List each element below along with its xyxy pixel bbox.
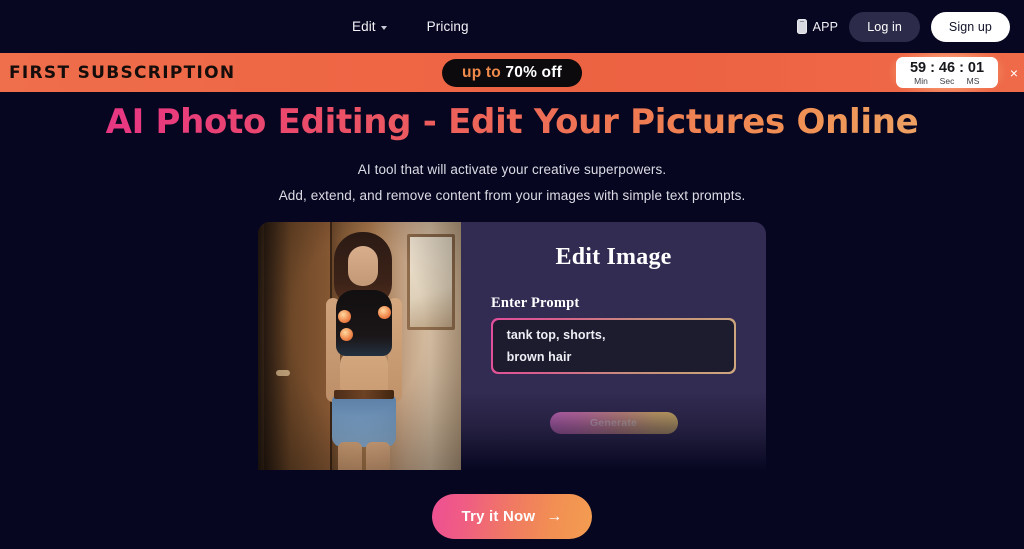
demo-card: Edit Image Enter Prompt tank top, shorts… bbox=[258, 222, 766, 470]
timer-minutes: 59 bbox=[909, 60, 927, 77]
timer-minutes-label: Min bbox=[914, 75, 928, 86]
prompt-input-inner: tank top, shorts, brown hair bbox=[492, 319, 735, 373]
promo-discount-badge[interactable]: up to 70% off bbox=[442, 58, 582, 87]
try-it-now-button[interactable]: Try it Now → bbox=[431, 494, 593, 539]
promo-badge-value: 70% off bbox=[505, 63, 562, 81]
timer-seconds-label: Sec bbox=[939, 75, 955, 86]
timer-seconds: 46 bbox=[938, 60, 956, 77]
timer-box: 59 : 46 : 01 Min Sec MS bbox=[896, 57, 998, 88]
login-button[interactable]: Log in bbox=[849, 11, 920, 42]
prompt-input[interactable]: tank top, shorts, brown hair bbox=[491, 318, 736, 374]
timer-milliseconds-label: MS bbox=[966, 75, 980, 86]
edit-panel: Edit Image Enter Prompt tank top, shorts… bbox=[461, 222, 766, 470]
app-label: APP bbox=[812, 19, 839, 34]
hero-section: AI Photo Editing - Edit Your Pictures On… bbox=[0, 92, 1024, 207]
app-download-link[interactable]: APP bbox=[796, 19, 839, 34]
header-actions: APP Log in Sign up bbox=[796, 0, 1010, 53]
cta-section: Try it Now → bbox=[0, 494, 1024, 539]
nav-item-pricing[interactable]: Pricing bbox=[427, 19, 469, 34]
prompt-text-line-2: brown hair bbox=[506, 349, 572, 364]
countdown-timer: 59 : 46 : 01 Min Sec MS bbox=[891, 53, 1003, 92]
hero-subtitle-line-2: Add, extend, and remove content from you… bbox=[278, 187, 746, 203]
site-header: Edit Pricing APP Log in Sign up bbox=[0, 0, 1024, 53]
prompt-text-line-1: tank top, shorts, bbox=[506, 328, 606, 342]
nav-item-edit[interactable]: Edit bbox=[352, 19, 387, 34]
nav-item-edit-label: Edit bbox=[352, 19, 376, 34]
timer-labels: Min Sec MS bbox=[906, 76, 988, 86]
edit-panel-title: Edit Image bbox=[555, 244, 672, 270]
primary-navigation: Edit Pricing bbox=[352, 0, 469, 53]
promo-badge-prefix: up to bbox=[462, 63, 506, 81]
timer-milliseconds: 01 bbox=[967, 60, 985, 77]
photo-vignette bbox=[258, 222, 461, 470]
prompt-label: Enter Prompt bbox=[491, 295, 580, 311]
signup-button[interactable]: Sign up bbox=[930, 11, 1010, 42]
hero-subtitle-line-1: AI tool that will activate your creative… bbox=[357, 161, 667, 177]
page-title: AI Photo Editing - Edit Your Pictures On… bbox=[0, 100, 1024, 146]
nav-item-pricing-label: Pricing bbox=[426, 19, 469, 34]
arrow-right-icon: → bbox=[546, 507, 563, 525]
try-it-now-label: Try it Now bbox=[461, 508, 536, 525]
promo-title: FIRST SUBSCRIPTION bbox=[9, 62, 236, 83]
demo-photo bbox=[258, 222, 461, 470]
promo-banner: FIRST SUBSCRIPTION up to 70% off 59 : 46… bbox=[0, 53, 1024, 92]
close-icon[interactable]: × bbox=[1010, 66, 1018, 80]
chevron-down-icon bbox=[380, 25, 387, 30]
timer-separator-2: : bbox=[959, 60, 964, 77]
timer-separator-1: : bbox=[930, 60, 935, 77]
mobile-phone-icon bbox=[796, 19, 807, 34]
generate-button[interactable]: Generate bbox=[549, 412, 678, 434]
timer-digits: 59 : 46 : 01 bbox=[906, 60, 988, 77]
